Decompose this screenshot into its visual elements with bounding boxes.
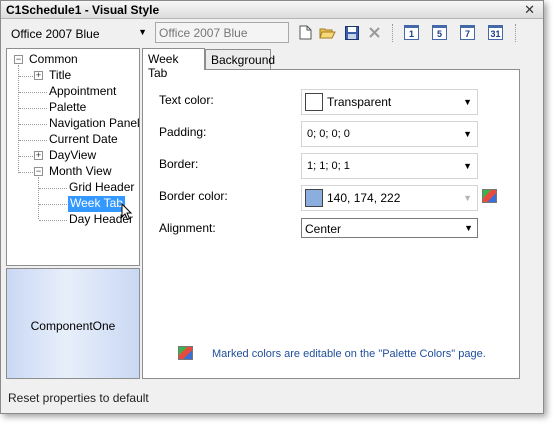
style-preview: ComponentOne	[6, 268, 140, 379]
border-color-value: 140, 174, 222	[327, 191, 401, 205]
tab-panel-week-tab: Text color: Transparent ▼ Padding: 0; 0;…	[142, 69, 520, 379]
tree-item-month-view[interactable]: Month View	[49, 164, 111, 180]
border-color-label: Border color:	[159, 189, 228, 203]
month-view-icon[interactable]: 31	[487, 24, 504, 41]
visual-style-window: C1Schedule1 - Visual Style ✕ Office 2007…	[0, 0, 544, 414]
text-color-swatch	[305, 93, 323, 111]
collapse-icon[interactable]: −	[34, 167, 43, 176]
chevron-down-icon: ▼	[463, 193, 472, 203]
style-name-input[interactable]: Office 2007 Blue	[155, 22, 289, 43]
open-folder-icon[interactable]	[319, 24, 336, 41]
padding-label: Padding:	[159, 125, 207, 139]
tree-line	[19, 92, 47, 93]
element-tree[interactable]: − Common + Title Appointment Palette Nav…	[6, 48, 140, 266]
alignment-select[interactable]: Center ▼	[301, 218, 478, 238]
text-color-label: Text color:	[159, 93, 214, 107]
tab-background[interactable]: Background	[205, 49, 275, 70]
tree-line	[39, 188, 67, 189]
status-bar: Reset properties to default	[1, 387, 543, 411]
border-value: 1; 1; 0; 1	[307, 160, 350, 172]
palette-color-icon	[482, 189, 497, 203]
tree-item-navigation-panel[interactable]: Navigation Panel	[49, 116, 140, 132]
expand-icon[interactable]: +	[34, 71, 43, 80]
chevron-down-icon: ▼	[463, 97, 472, 107]
week-view-icon[interactable]: 7	[459, 24, 476, 41]
tree-item-title[interactable]: Title	[49, 68, 71, 84]
tree-line	[38, 177, 39, 219]
chevron-down-icon: ▼	[463, 161, 472, 171]
toolbar-separator	[392, 24, 393, 42]
tree-item-week-tab[interactable]: Week Tab	[68, 196, 125, 212]
tab-week-tab[interactable]: Week Tab	[142, 48, 205, 80]
border-label: Border:	[159, 157, 199, 171]
toolbar: Office 2007 Blue ▼ Office 2007 Blue 1 5 …	[1, 20, 543, 46]
day-view-icon[interactable]: 1	[403, 24, 420, 41]
tree-item-common[interactable]: Common	[29, 52, 78, 68]
status-text: Reset properties to default	[8, 391, 149, 405]
alignment-value: Center	[305, 222, 342, 236]
mouse-cursor-icon	[121, 202, 133, 224]
collapse-icon[interactable]: −	[14, 55, 23, 64]
tree-line	[19, 108, 47, 109]
tree-item-appointment[interactable]: Appointment	[49, 84, 116, 100]
tree-item-dayview[interactable]: DayView	[49, 148, 96, 164]
border-field[interactable]: 1; 1; 0; 1 ▼	[301, 153, 478, 179]
text-color-value: Transparent	[327, 95, 392, 109]
text-color-picker[interactable]: Transparent ▼	[301, 89, 478, 115]
padding-field[interactable]: 0; 0; 0; 0 ▼	[301, 121, 478, 147]
padding-value: 0; 0; 0; 0	[307, 128, 350, 140]
alignment-label: Alignment:	[159, 221, 216, 235]
tree-line	[19, 156, 33, 157]
border-color-swatch	[305, 189, 323, 207]
chevron-down-icon: ▼	[138, 27, 147, 37]
tree-line	[39, 204, 67, 205]
tree-line	[19, 140, 47, 141]
chevron-down-icon: ▼	[464, 223, 473, 233]
window-title: C1Schedule1 - Visual Style	[6, 3, 160, 17]
tree-line	[39, 220, 67, 221]
style-select[interactable]: Office 2007 Blue ▼	[7, 23, 151, 43]
tree-line	[19, 124, 47, 125]
chevron-down-icon: ▼	[463, 129, 472, 139]
tree-line	[19, 76, 33, 77]
expand-icon[interactable]: +	[34, 151, 43, 160]
new-document-icon[interactable]	[297, 24, 314, 41]
save-icon[interactable]	[343, 24, 360, 41]
border-color-picker[interactable]: 140, 174, 222 ▼	[301, 185, 478, 211]
tree-item-current-date[interactable]: Current Date	[49, 132, 118, 148]
tree-item-grid-header[interactable]: Grid Header	[69, 180, 134, 196]
close-icon[interactable]: ✕	[524, 2, 535, 18]
style-select-value: Office 2007 Blue	[11, 27, 100, 41]
tree-item-palette[interactable]: Palette	[49, 100, 86, 116]
preview-label: ComponentOne	[30, 319, 116, 333]
work-week-view-icon[interactable]: 5	[431, 24, 448, 41]
palette-color-icon	[178, 346, 193, 360]
title-bar: C1Schedule1 - Visual Style ✕	[1, 1, 543, 19]
palette-note: Marked colors are editable on the "Palet…	[212, 348, 486, 360]
tree-line	[19, 172, 33, 173]
toolbar-separator	[515, 24, 516, 42]
delete-icon[interactable]	[366, 24, 383, 41]
